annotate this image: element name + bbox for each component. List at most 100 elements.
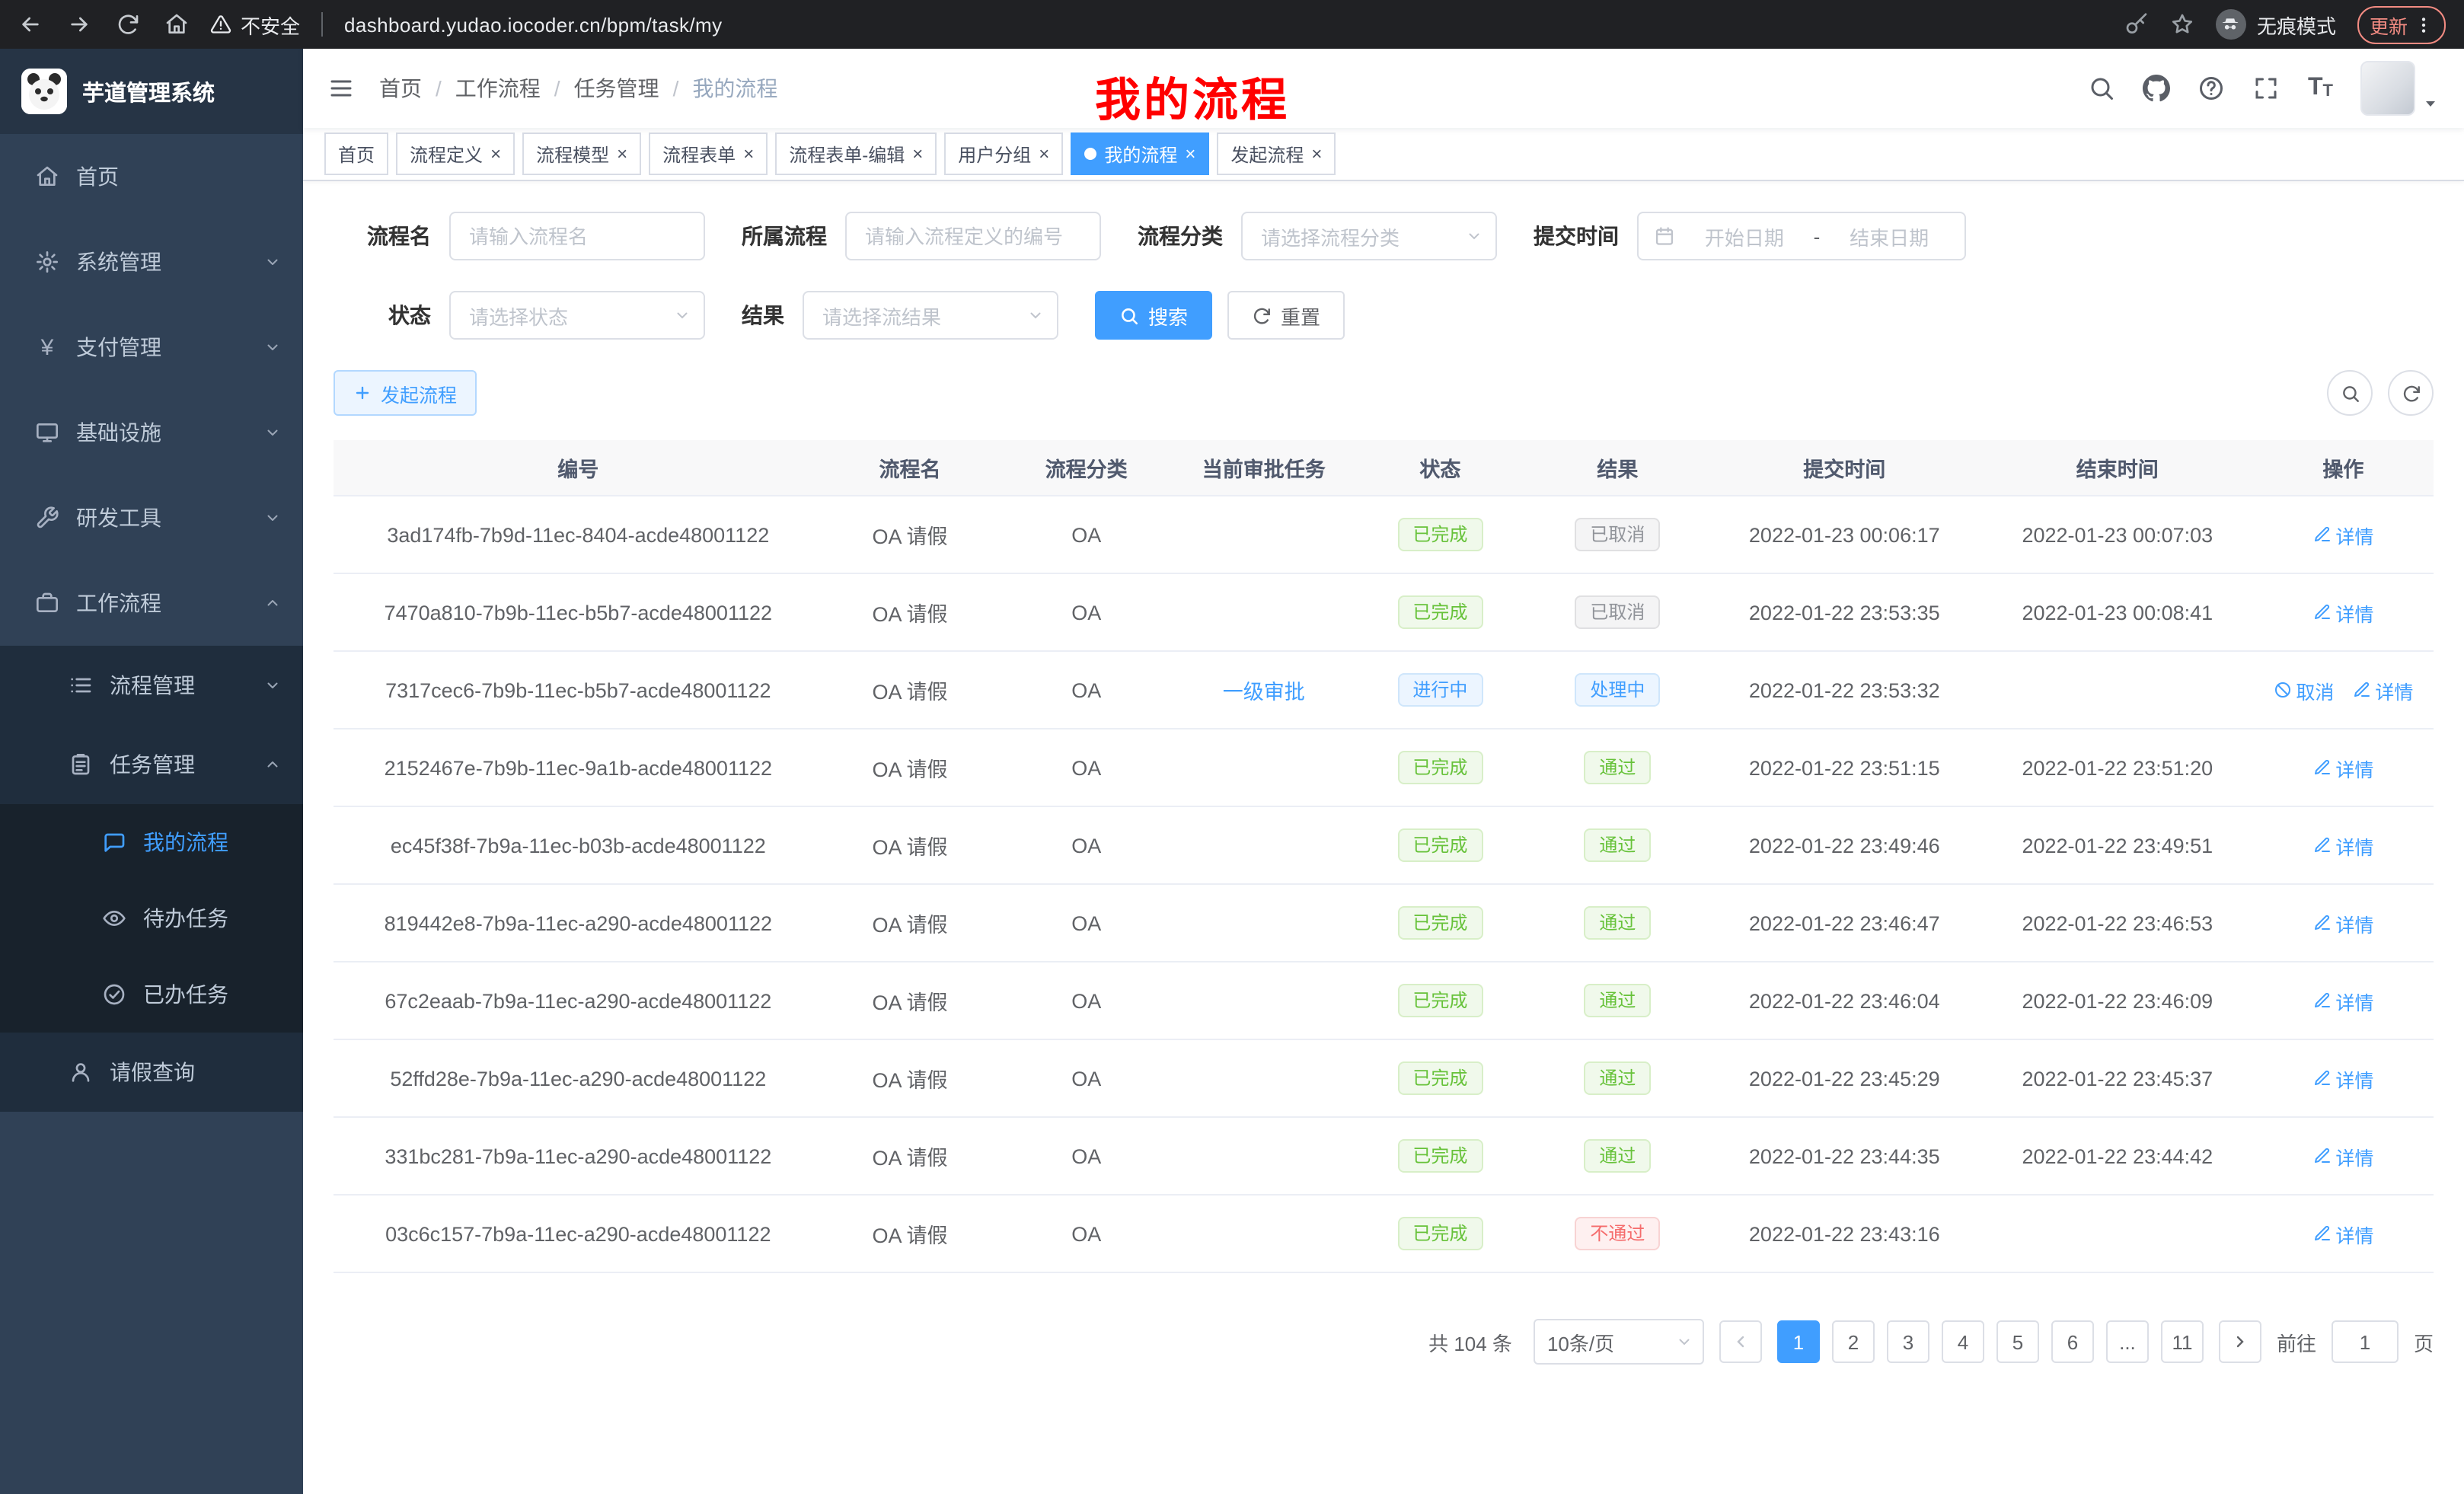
- reset-button[interactable]: 重置: [1227, 291, 1345, 340]
- menu-dots-icon[interactable]: [2414, 14, 2434, 34]
- prev-page-button[interactable]: [1719, 1320, 1762, 1363]
- page-button-5[interactable]: 5: [1996, 1320, 2039, 1363]
- approval-task-link[interactable]: 一级审批: [1223, 681, 1305, 704]
- cancel-link[interactable]: 取消: [2273, 675, 2334, 704]
- detail-link[interactable]: 详情: [2352, 675, 2413, 704]
- search-icon[interactable]: [2089, 75, 2116, 102]
- category-cell: OA: [997, 884, 1176, 962]
- github-icon[interactable]: [2143, 75, 2171, 102]
- end-date-input[interactable]: 结束日期: [1829, 222, 1949, 251]
- tab-user-group[interactable]: 用户分组×: [944, 132, 1063, 175]
- tab-process-form-edit[interactable]: 流程表单-编辑×: [775, 132, 937, 175]
- sidebar-item-payment[interactable]: ¥支付管理: [0, 305, 303, 390]
- status-select[interactable]: 请选择状态: [449, 291, 705, 340]
- sidebar-item-done-tasks[interactable]: 已办任务: [0, 956, 303, 1033]
- submit-time-cell: 2022-01-22 23:53:35: [1707, 573, 1982, 651]
- breadcrumb-item[interactable]: 工作流程: [455, 73, 541, 104]
- help-icon[interactable]: [2198, 75, 2226, 102]
- process-def-input[interactable]: [845, 212, 1101, 260]
- screen: 不安全 dashboard.yudao.iocoder.cn/bpm/task/…: [0, 0, 2464, 1494]
- sidebar-item-todo-tasks[interactable]: 待办任务: [0, 880, 303, 956]
- result-tag: 处理中: [1575, 673, 1660, 707]
- page-button-11[interactable]: 11: [2161, 1320, 2204, 1363]
- toggle-search-button[interactable]: [2327, 370, 2373, 416]
- end-time-cell: 2022-01-22 23:45:37: [1982, 1039, 2253, 1117]
- detail-link[interactable]: 详情: [2312, 753, 2373, 782]
- tab-start-process[interactable]: 发起流程×: [1217, 132, 1336, 175]
- submit-time-cell: 2022-01-22 23:44:35: [1707, 1117, 1982, 1195]
- detail-link[interactable]: 详情: [2312, 908, 2373, 937]
- tab-home[interactable]: 首页: [324, 132, 388, 175]
- caret-down-icon[interactable]: [2421, 94, 2440, 113]
- breadcrumb-item[interactable]: 任务管理: [574, 73, 659, 104]
- reload-button[interactable]: [116, 12, 140, 37]
- avatar[interactable]: [2360, 61, 2415, 116]
- page-button-3[interactable]: 3: [1887, 1320, 1929, 1363]
- detail-link[interactable]: 详情: [2312, 1141, 2373, 1170]
- detail-link[interactable]: 详情: [2312, 986, 2373, 1015]
- more-pages-button[interactable]: ...: [2106, 1320, 2149, 1363]
- process-name-input[interactable]: [449, 212, 705, 260]
- chevron-down-icon: [1026, 306, 1045, 324]
- sidebar-item-label: 待办任务: [143, 903, 228, 934]
- sidebar-item-infrastructure[interactable]: 基础设施: [0, 390, 303, 475]
- close-icon[interactable]: ×: [490, 145, 501, 163]
- next-page-button[interactable]: [2219, 1320, 2261, 1363]
- sidebar-item-task-mgmt[interactable]: 任务管理: [0, 725, 303, 804]
- detail-link[interactable]: 详情: [2312, 831, 2373, 860]
- detail-link[interactable]: 详情: [2312, 598, 2373, 627]
- detail-link[interactable]: 详情: [2312, 520, 2373, 549]
- tab-process-definition[interactable]: 流程定义×: [396, 132, 515, 175]
- home-button[interactable]: [164, 12, 189, 37]
- table-row: 3ad174fb-7b9d-11ec-8404-acde48001122OA 请…: [334, 496, 2434, 573]
- start-date-input[interactable]: 开始日期: [1684, 222, 1805, 251]
- start-process-button[interactable]: 发起流程: [334, 370, 477, 416]
- font-size-icon[interactable]: TT: [2308, 76, 2333, 101]
- date-range-picker[interactable]: 开始日期 - 结束日期: [1637, 212, 1966, 260]
- forward-button[interactable]: [67, 12, 91, 37]
- close-icon[interactable]: ×: [617, 145, 627, 163]
- refresh-table-button[interactable]: [2388, 370, 2434, 416]
- breadcrumb-item[interactable]: 首页: [379, 73, 422, 104]
- tab-process-form[interactable]: 流程表单×: [649, 132, 768, 175]
- result-tag: 通过: [1584, 984, 1651, 1017]
- page-button-6[interactable]: 6: [2051, 1320, 2094, 1363]
- detail-link[interactable]: 详情: [2312, 1219, 2373, 1248]
- close-icon[interactable]: ×: [1185, 145, 1195, 163]
- back-button[interactable]: [18, 12, 43, 37]
- page-button-2[interactable]: 2: [1832, 1320, 1875, 1363]
- detail-link[interactable]: 详情: [2312, 1064, 2373, 1093]
- fullscreen-icon[interactable]: [2253, 75, 2280, 102]
- hamburger-icon[interactable]: [327, 75, 355, 102]
- filter-row-2: 状态 请选择状态 结果 请选择流结果: [334, 291, 2434, 340]
- edit-icon: [2312, 991, 2331, 1010]
- tab-my-process[interactable]: 我的流程×: [1071, 132, 1209, 175]
- sidebar-item-leave-query[interactable]: 请假查询: [0, 1033, 303, 1112]
- tab-process-model[interactable]: 流程模型×: [522, 132, 641, 175]
- end-time-cell: [1982, 1195, 2253, 1272]
- key-icon[interactable]: [2124, 12, 2149, 37]
- result-select[interactable]: 请选择流结果: [803, 291, 1058, 340]
- page-button-4[interactable]: 4: [1942, 1320, 1984, 1363]
- sidebar-item-workflow[interactable]: 工作流程: [0, 560, 303, 646]
- sidebar-item-system[interactable]: 系统管理: [0, 219, 303, 305]
- close-icon[interactable]: ×: [743, 145, 754, 163]
- sidebar-item-my-process[interactable]: 我的流程: [0, 804, 303, 880]
- sidebar-item-devtools[interactable]: 研发工具: [0, 475, 303, 560]
- close-icon[interactable]: ×: [1039, 145, 1049, 163]
- update-button[interactable]: 更新: [2357, 5, 2446, 43]
- sidebar-item-process-mgmt[interactable]: 流程管理: [0, 646, 303, 725]
- security-chip[interactable]: 不安全: [210, 10, 300, 39]
- close-icon[interactable]: ×: [1311, 145, 1322, 163]
- app-logo[interactable]: 芋道管理系统: [0, 49, 303, 134]
- sidebar-item-home[interactable]: 首页: [0, 134, 303, 219]
- search-button[interactable]: 搜索: [1095, 291, 1212, 340]
- close-icon[interactable]: ×: [912, 145, 923, 163]
- sidebar: 芋道管理系统 首页系统管理¥支付管理基础设施研发工具工作流程流程管理任务管理我的…: [0, 49, 303, 1494]
- page-button-1[interactable]: 1: [1777, 1320, 1820, 1363]
- bookmark-star-icon[interactable]: [2170, 12, 2194, 37]
- page-size-select[interactable]: 10条/页: [1534, 1319, 1704, 1365]
- url-text[interactable]: dashboard.yudao.iocoder.cn/bpm/task/my: [344, 13, 723, 36]
- category-select[interactable]: 请选择流程分类: [1241, 212, 1497, 260]
- goto-page-input[interactable]: [2332, 1320, 2399, 1363]
